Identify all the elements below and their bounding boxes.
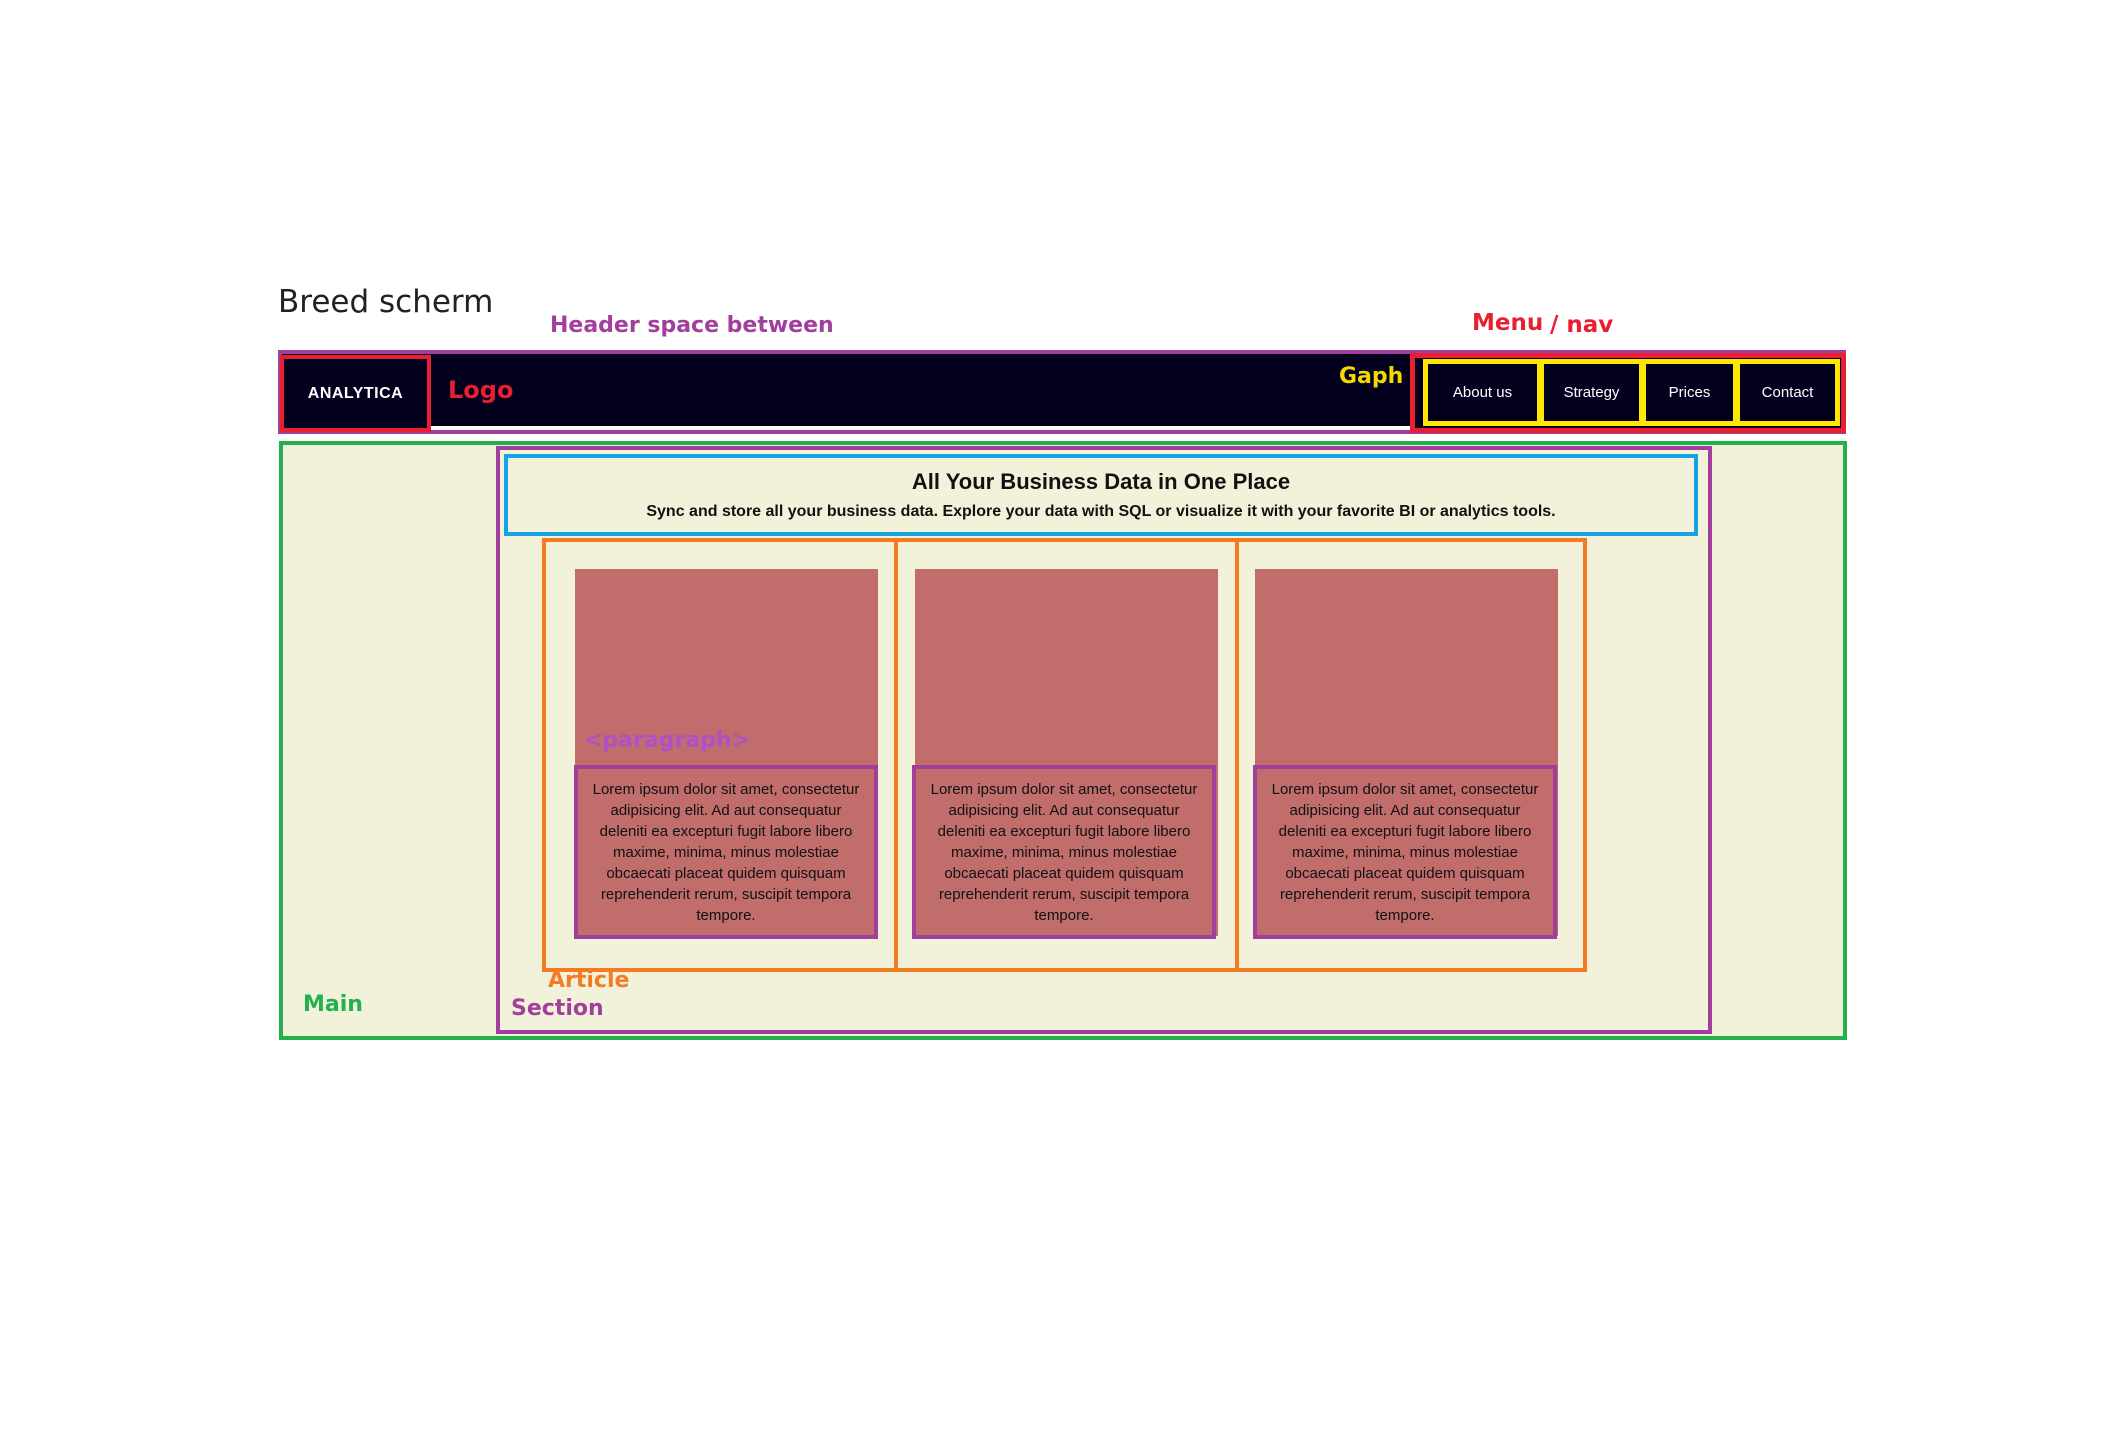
annotation-article: Article: [548, 968, 630, 993]
nav-item-strategy[interactable]: Strategy: [1539, 359, 1644, 426]
annotation-header: Header space between: [550, 313, 834, 338]
annotation-main: Main: [303, 992, 363, 1017]
logo-text: ANALYTICA: [307, 384, 404, 402]
hero-subtitle: Sync and store all your business data. E…: [646, 503, 1556, 520]
page-title: Breed scherm: [278, 284, 494, 320]
header-gap-line: [431, 426, 1413, 430]
hero-title: All Your Business Data in One Place: [911, 469, 1291, 494]
annotation-paragraph: <paragraph>: [584, 728, 751, 753]
article-paragraph: Lorem ipsum dolor sit amet, consectetur …: [1253, 765, 1557, 939]
annotation-gaph: Gaph: [1339, 364, 1404, 389]
logo[interactable]: ANALYTICA: [280, 355, 431, 432]
annotation-logo: Logo: [448, 376, 514, 404]
article-paragraph: Lorem ipsum dolor sit amet, consectetur …: [912, 765, 1216, 939]
annotation-menu: Menu: [1472, 310, 1544, 336]
annotation-nav: / nav: [1550, 312, 1614, 338]
nav-item-about-us[interactable]: About us: [1423, 359, 1542, 426]
hero-heading: All Your Business Data in One Place Sync…: [504, 454, 1698, 536]
nav-item-contact[interactable]: Contact: [1735, 359, 1840, 426]
article-paragraph: Lorem ipsum dolor sit amet, consectetur …: [574, 765, 878, 939]
annotation-section: Section: [511, 996, 604, 1021]
nav-item-prices[interactable]: Prices: [1641, 359, 1738, 426]
